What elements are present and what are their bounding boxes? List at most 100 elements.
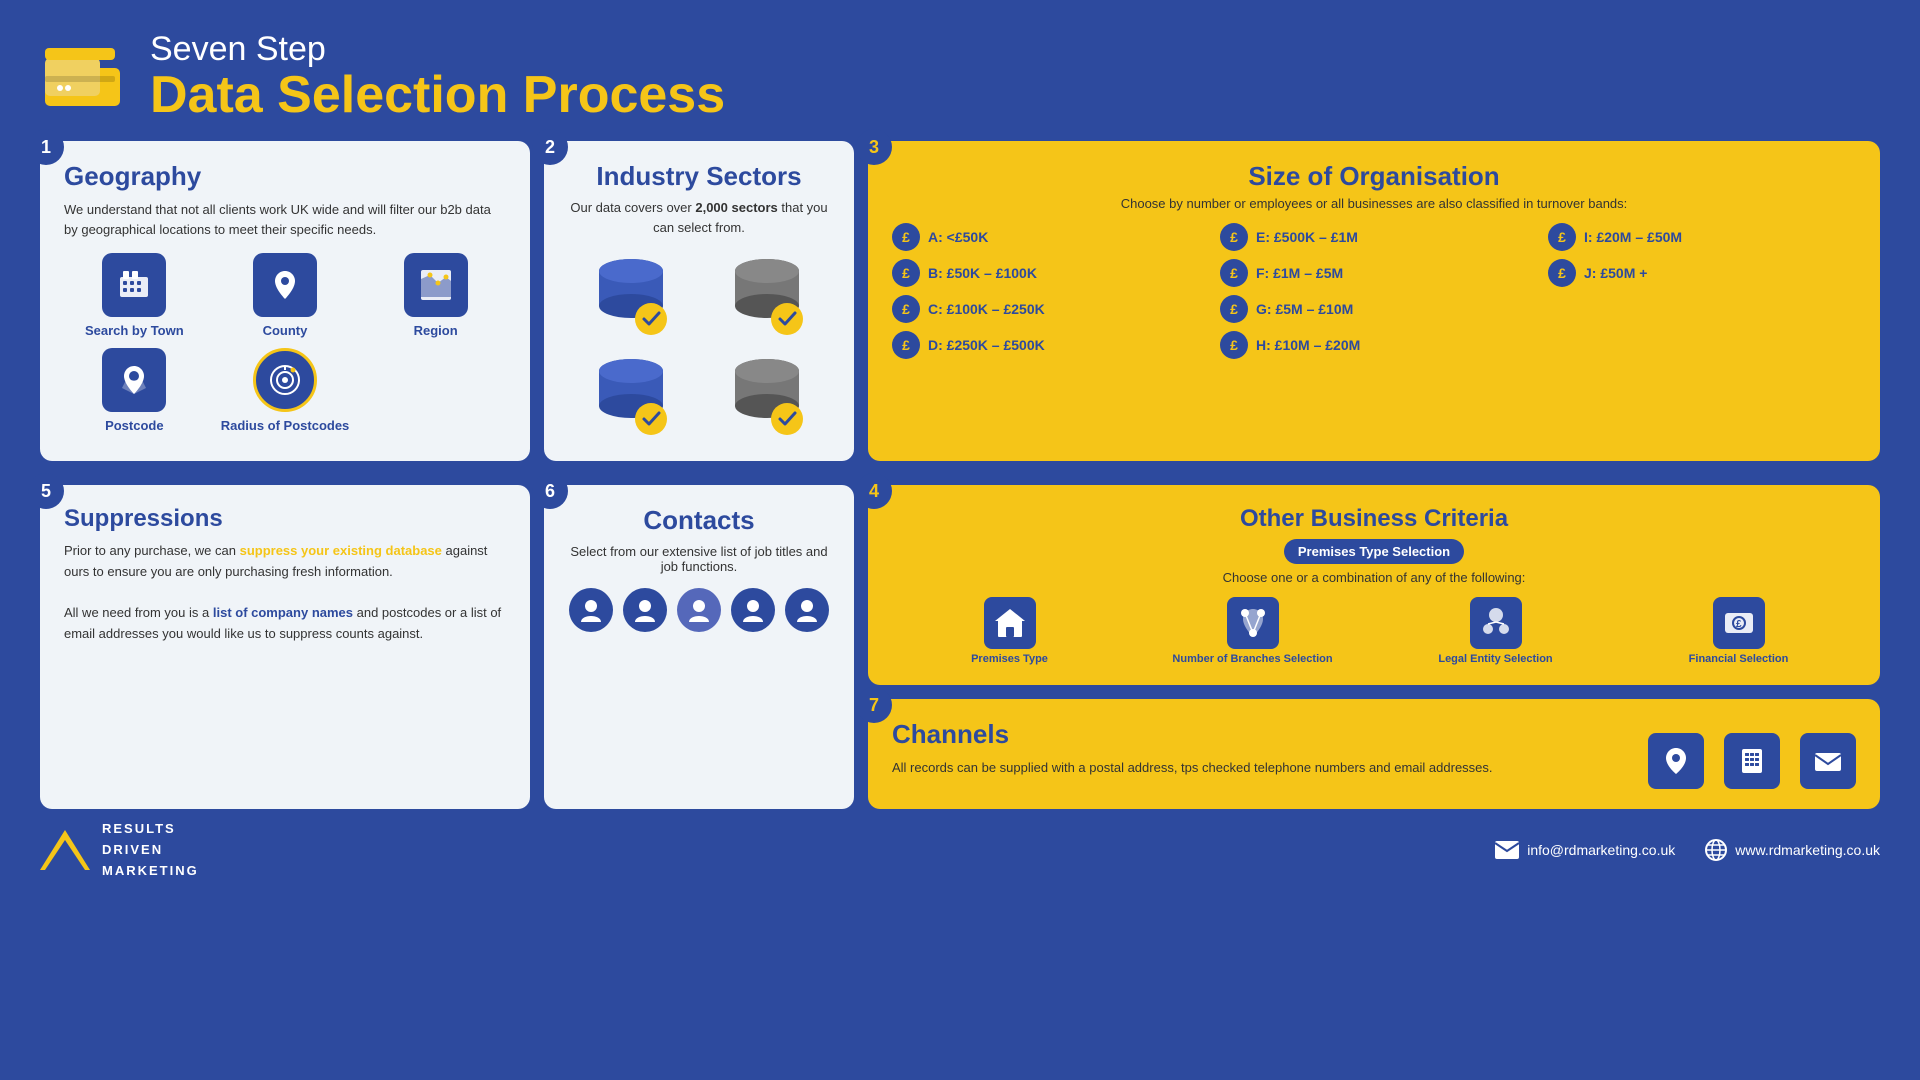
db-icon-1 (568, 251, 694, 341)
step3-subtitle: Choose by number or employees or all bus… (892, 196, 1856, 211)
branches-icon-box (1227, 597, 1279, 649)
channel-phone-icon (1736, 745, 1768, 777)
channels-icons (1648, 733, 1856, 789)
step6-card: 6 Contacts Select from our extensive lis… (544, 485, 854, 809)
footer-email: info@rdmarketing.co.uk (1495, 841, 1675, 859)
footer-logo: RESULTS DRIVEN MARKETING (40, 819, 199, 881)
geo-region: Region (365, 253, 506, 338)
size-band-e-label: E: £500K – £1M (1256, 229, 1358, 245)
database-icon-3 (586, 351, 676, 441)
size-band-empty-2 (1548, 331, 1856, 359)
search-by-town-icon (116, 267, 152, 303)
contact-avatar-4 (731, 588, 775, 632)
premises-type-icon-box (984, 597, 1036, 649)
channel-location-icon-box (1648, 733, 1704, 789)
step1-title: Geography (64, 161, 506, 192)
step2-body: Our data covers over (570, 200, 695, 215)
header-subtitle: Seven Step (150, 30, 725, 69)
size-band-g-label: G: £5M – £10M (1256, 301, 1353, 317)
database-icon-2 (722, 251, 812, 341)
obc-legal-entity: Legal Entity Selection (1378, 597, 1613, 665)
premises-type-icon (992, 605, 1028, 641)
footer-website: www.rdmarketing.co.uk (1705, 839, 1880, 861)
step7-badge: 7 (856, 687, 892, 723)
branches-label: Number of Branches Selection (1172, 653, 1332, 665)
footer-email-text: info@rdmarketing.co.uk (1527, 842, 1675, 858)
header-title: Data Selection Process (150, 69, 725, 121)
header-text: Seven Step Data Selection Process (150, 30, 725, 121)
search-by-town-icon-box (102, 253, 166, 317)
step7-body: All records can be supplied with a posta… (892, 758, 1493, 778)
database-icon-1 (586, 251, 676, 341)
footer-logo-text: RESULTS DRIVEN MARKETING (102, 819, 199, 881)
step5-link2: list of company names (213, 605, 353, 620)
step5-link1: suppress your existing database (240, 543, 442, 558)
step5-body3-start: All we need from you is a (64, 605, 213, 620)
step5-badge: 5 (28, 473, 64, 509)
size-band-i-label: I: £20M – £50M (1584, 229, 1682, 245)
contact-avatar-5 (785, 588, 829, 632)
size-band-b-label: B: £50K – £100K (928, 265, 1037, 281)
step4-premises-badge: Premises Type Selection (1284, 539, 1464, 564)
footer-website-text: www.rdmarketing.co.uk (1735, 842, 1880, 858)
channels-text: Channels All records can be supplied wit… (892, 719, 1493, 778)
channels-inner: Channels All records can be supplied wit… (892, 719, 1856, 789)
step6-body: Select from our extensive list of job ti… (568, 544, 830, 574)
pound-icon-d: £ (892, 331, 920, 359)
size-band-a-label: A: <£50K (928, 229, 988, 245)
geo-search-by-town: Search by Town (64, 253, 205, 338)
channel-email-icon (1812, 745, 1844, 777)
postcode-icon-box (102, 348, 166, 412)
step6-badge: 6 (532, 473, 568, 509)
size-band-b: £ B: £50K – £100K (892, 259, 1200, 287)
step3-badge: 3 (856, 129, 892, 165)
geo-radius: Radius of Postcodes (215, 348, 356, 433)
header: Seven Step Data Selection Process (0, 0, 1920, 131)
step5-body: Prior to any purchase, we can suppress y… (64, 541, 506, 645)
obc-premises-type: Premises Type (892, 597, 1127, 665)
step7-title: Channels (892, 719, 1493, 750)
footer: RESULTS DRIVEN MARKETING info@rdmarketin… (0, 809, 1920, 889)
financial-icon-box: £ (1713, 597, 1765, 649)
contact-avatar-1 (569, 588, 613, 632)
step4-card: 4 Other Business Criteria Premises Type … (868, 485, 1880, 685)
pound-icon-f: £ (1220, 259, 1248, 287)
email-icon (1495, 841, 1519, 859)
pound-icon-g: £ (1220, 295, 1248, 323)
step7-card: 7 Channels All records can be supplied w… (868, 699, 1880, 809)
geo-postcode: Postcode (64, 348, 205, 433)
size-bands-grid: £ A: <£50K £ E: £500K – £1M £ I: £20M – … (892, 223, 1856, 359)
region-label: Region (414, 323, 458, 338)
size-band-j-label: J: £50M + (1584, 265, 1647, 281)
database-icon-4 (722, 351, 812, 441)
financial-icon: £ (1721, 605, 1757, 641)
step2-badge: 2 (532, 129, 568, 165)
obc-financial: £ Financial Selection (1621, 597, 1856, 665)
step2-card: 2 Industry Sectors Our data covers over … (544, 141, 854, 461)
postcode-label: Postcode (105, 418, 164, 433)
pound-icon-h: £ (1220, 331, 1248, 359)
branches-icon (1235, 605, 1271, 641)
size-band-a: £ A: <£50K (892, 223, 1200, 251)
channel-email-icon-box (1800, 733, 1856, 789)
step2-subtitle: Our data covers over 2,000 sectors that … (568, 198, 830, 237)
region-icon-box (404, 253, 468, 317)
obc-branches: Number of Branches Selection (1135, 597, 1370, 665)
size-band-empty-1 (1548, 295, 1856, 323)
size-band-i: £ I: £20M – £50M (1548, 223, 1856, 251)
logo-icon (40, 38, 130, 113)
step3-title: Size of Organisation (892, 161, 1856, 192)
size-band-e: £ E: £500K – £1M (1220, 223, 1528, 251)
step4-subtitle: Choose one or a combination of any of th… (892, 570, 1856, 585)
db-icons-grid (568, 251, 830, 441)
pound-icon-c: £ (892, 295, 920, 323)
step4-title: Other Business Criteria (892, 505, 1856, 533)
size-band-f-label: F: £1M – £5M (1256, 265, 1343, 281)
size-band-h-label: H: £10M – £20M (1256, 337, 1360, 353)
radius-label: Radius of Postcodes (221, 418, 350, 433)
pound-icon-b: £ (892, 259, 920, 287)
premises-type-label: Premises Type (971, 653, 1048, 665)
step4-badge-wrap: Premises Type Selection (892, 539, 1856, 570)
size-band-d: £ D: £250K – £500K (892, 331, 1200, 359)
legal-entity-icon-box (1470, 597, 1522, 649)
